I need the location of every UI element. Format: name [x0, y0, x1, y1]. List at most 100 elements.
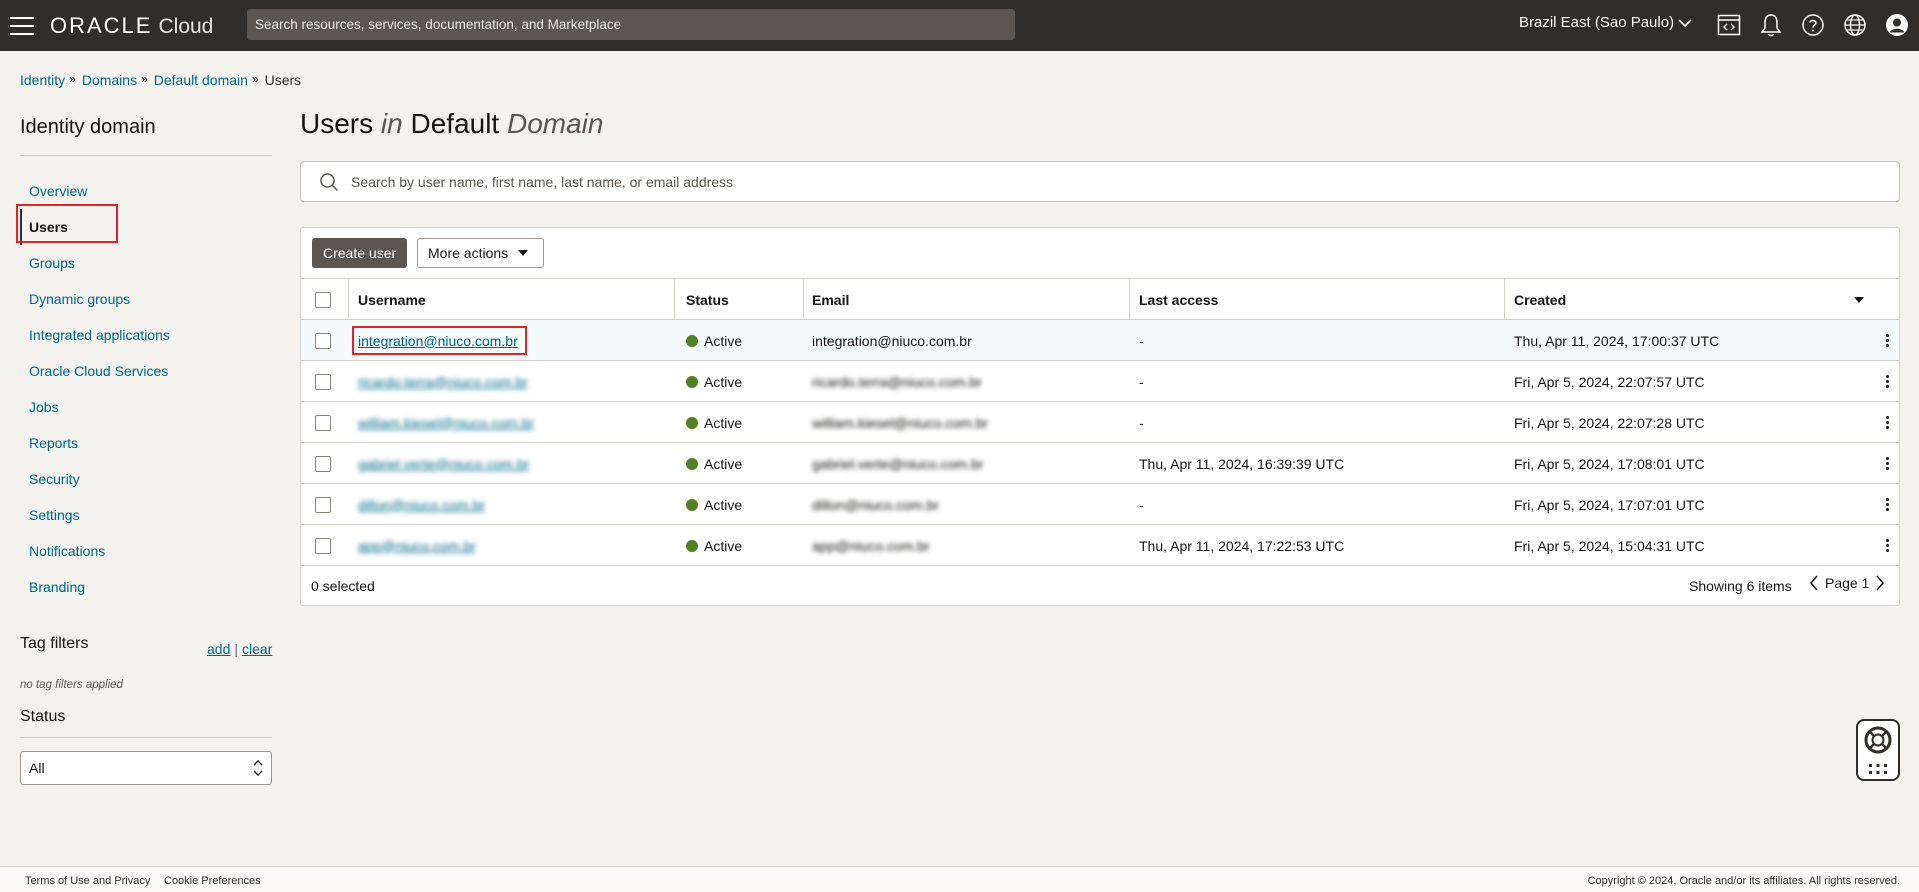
status-text: Active	[704, 332, 743, 349]
table-row[interactable]: william.kiesel@niuco.com.br Active willi…	[301, 401, 1899, 442]
breadcrumb: Identity» Domains» Default domain» Users	[20, 72, 301, 88]
sidebar-item-dynamic-groups[interactable]: Dynamic groups	[20, 281, 272, 317]
row-checkbox[interactable]	[315, 496, 331, 513]
oracle-cloud-logo[interactable]: ORACLE Cloud	[50, 13, 213, 39]
status-dot-icon	[686, 457, 698, 470]
breadcrumb-separator: »	[141, 72, 148, 86]
column-header-username[interactable]: Username	[358, 279, 426, 320]
sidebar-item-oracle-cloud-services[interactable]: Oracle Cloud Services	[20, 353, 272, 389]
users-table: Username Status Email Last access Create…	[301, 278, 1899, 606]
tag-filter-actions: add | clear	[207, 641, 272, 657]
global-search-input[interactable]: Search resources, services, documentatio…	[247, 9, 1015, 40]
row-checkbox[interactable]	[315, 373, 331, 390]
column-header-created[interactable]: Created	[1514, 279, 1566, 320]
created-cell: Thu, Apr 11, 2024, 17:00:37 UTC	[1514, 332, 1720, 349]
table-footer: 0 selected Showing 6 items Page 1	[301, 565, 1899, 606]
terms-link[interactable]: Terms of Use and Privacy	[25, 875, 150, 887]
status-filter-select[interactable]: All	[20, 751, 272, 785]
sidebar-item-integrated-applications[interactable]: Integrated applications	[20, 317, 272, 353]
status-cell: Active	[686, 484, 742, 525]
sidebar-item-reports[interactable]: Reports	[20, 425, 272, 461]
region-label: Brazil East (Sao Paulo)	[1519, 14, 1675, 31]
status-filter-value: All	[29, 760, 45, 776]
tag-filter-add-link[interactable]: add	[207, 641, 230, 657]
table-row[interactable]: ricardo.terra@niuco.com.br Active ricard…	[301, 360, 1899, 401]
cookie-preferences-link[interactable]: Cookie Preferences	[164, 875, 261, 887]
create-user-button[interactable]: Create user	[312, 238, 408, 268]
status-dot-icon	[686, 498, 698, 511]
breadcrumb-current: Users	[264, 72, 302, 88]
last-access-cell: Thu, Apr 11, 2024, 16:39:39 UTC	[1139, 455, 1345, 472]
row-checkbox[interactable]	[315, 537, 331, 554]
email-cell: integration@niuco.com.br	[812, 332, 972, 349]
select-all-checkbox[interactable]	[315, 291, 331, 308]
caret-down-icon	[1854, 296, 1864, 303]
page-title-default: Default	[410, 108, 500, 139]
row-actions-kebab-icon[interactable]	[1882, 361, 1893, 402]
row-checkbox[interactable]	[315, 332, 331, 349]
bell-icon[interactable]	[1758, 12, 1784, 38]
created-cell: Fri, Apr 5, 2024, 15:04:31 UTC	[1514, 537, 1705, 554]
table-row[interactable]: dillon@niuco.com.br Active dillon@niuco.…	[301, 483, 1899, 524]
page-title-in: in	[380, 108, 403, 139]
status-dot-icon	[686, 416, 698, 429]
row-checkbox[interactable]	[315, 455, 331, 472]
status-filter-title: Status	[20, 708, 66, 725]
breadcrumb-identity[interactable]: Identity	[20, 72, 65, 88]
table-row[interactable]: app@niuco.com.br Active app@niuco.com.br…	[301, 524, 1899, 565]
sidebar-item-groups[interactable]: Groups	[20, 245, 272, 281]
column-header-email[interactable]: Email	[812, 279, 849, 320]
user-search-input[interactable]: Search by user name, first name, last na…	[300, 161, 1900, 202]
column-divider	[1129, 279, 1130, 320]
row-actions-kebab-icon[interactable]	[1882, 402, 1893, 443]
column-header-last-access[interactable]: Last access	[1139, 279, 1218, 320]
table-row[interactable]: gabriel.verte@niuco.com.br Active gabrie…	[301, 442, 1899, 483]
email-cell: gabriel.verte@niuco.com.br	[812, 455, 984, 472]
username-link[interactable]: gabriel.verte@niuco.com.br	[358, 456, 529, 472]
table-row[interactable]: integration@niuco.com.br Active integrat…	[301, 319, 1899, 360]
breadcrumb-default-domain[interactable]: Default domain	[154, 72, 248, 88]
row-checkbox[interactable]	[315, 414, 331, 431]
code-editor-icon[interactable]	[1716, 12, 1742, 38]
username-link[interactable]: ricardo.terra@niuco.com.br	[358, 374, 528, 390]
tag-filter-clear-link[interactable]: clear	[242, 641, 272, 657]
profile-icon[interactable]	[1884, 12, 1910, 38]
sidebar-item-jobs[interactable]: Jobs	[20, 389, 272, 425]
region-selector[interactable]: Brazil East (Sao Paulo)	[1519, 14, 1692, 31]
page-title-users: Users	[300, 108, 374, 139]
username-link[interactable]: william.kiesel@niuco.com.br	[358, 415, 534, 431]
column-divider	[1504, 279, 1505, 320]
help-support-widget[interactable]	[1856, 719, 1900, 781]
sidebar-item-branding[interactable]: Branding	[20, 569, 272, 605]
username-link[interactable]: dillon@niuco.com.br	[358, 497, 485, 513]
last-access-cell: -	[1139, 496, 1144, 513]
status-cell: Active	[686, 361, 742, 402]
row-actions-kebab-icon[interactable]	[1882, 525, 1893, 566]
sidebar-item-security[interactable]: Security	[20, 461, 272, 497]
sidebar-item-settings[interactable]: Settings	[20, 497, 272, 533]
column-divider	[348, 279, 349, 320]
next-page-icon[interactable]	[1875, 575, 1885, 591]
last-access-cell: -	[1139, 373, 1144, 390]
column-divider	[803, 279, 804, 320]
no-tag-filters-text: no tag filters applied	[20, 679, 123, 691]
column-header-status[interactable]: Status	[686, 279, 729, 320]
row-actions-kebab-icon[interactable]	[1882, 443, 1893, 484]
status-text: Active	[704, 373, 743, 390]
table-header-row: Username Status Email Last access Create…	[301, 278, 1899, 320]
row-actions-kebab-icon[interactable]	[1882, 484, 1893, 525]
hamburger-menu-icon[interactable]	[10, 16, 34, 35]
help-icon[interactable]	[1800, 12, 1826, 38]
select-all-cell	[315, 279, 331, 320]
email-cell: william.kiesel@niuco.com.br	[812, 414, 989, 431]
page-number: Page 1	[1825, 575, 1870, 591]
row-actions-kebab-icon[interactable]	[1882, 320, 1893, 361]
global-search-placeholder: Search resources, services, documentatio…	[255, 17, 622, 32]
sidebar-item-notifications[interactable]: Notifications	[20, 533, 272, 569]
breadcrumb-domains[interactable]: Domains	[82, 72, 137, 88]
more-actions-button[interactable]: More actions	[417, 238, 544, 268]
column-sort-button[interactable]	[1854, 279, 1864, 320]
username-link[interactable]: app@niuco.com.br	[358, 538, 476, 554]
globe-icon[interactable]	[1842, 12, 1868, 38]
previous-page-icon[interactable]	[1809, 575, 1819, 591]
